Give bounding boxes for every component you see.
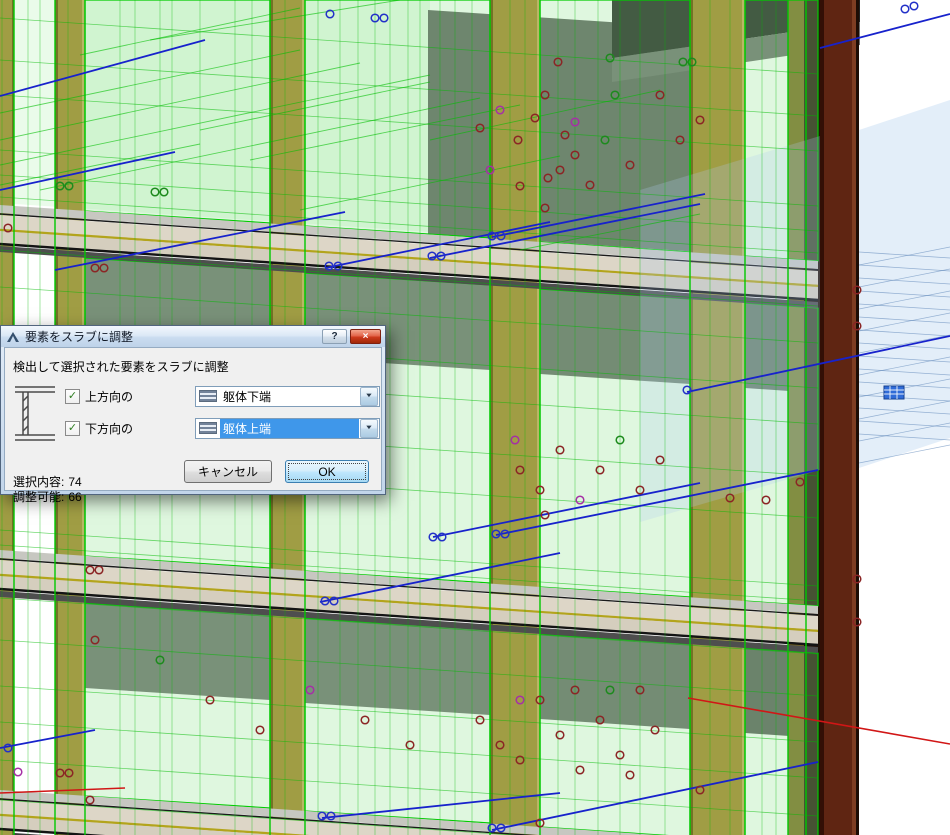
chevron-down-icon: ▼ (365, 393, 374, 399)
checkbox-up-label: 上方向の (85, 388, 162, 405)
ibeam-icon (14, 383, 56, 450)
dialog-titlebar[interactable]: 要素をスラブに調整 ? × (1, 326, 385, 347)
combo-up-value: 躯体下端 (220, 387, 359, 406)
dialog-body: 検出して選択された要素をスラブに調整 ✓ (4, 347, 382, 491)
adjust-down-row: ✓ 下方向の 躯体上端 ▼ (65, 417, 380, 439)
maroon-column (820, 0, 859, 835)
combo-down-value: 躯体上端 (220, 419, 359, 438)
adjustable-count: 調整可能: 66 (13, 488, 82, 505)
combo-down[interactable]: 躯体上端 ▼ (195, 418, 380, 439)
grid-handle-icon[interactable] (884, 386, 904, 399)
combo-up[interactable]: 躯体下端 ▼ (195, 386, 380, 407)
adjustable-count-value: 66 (68, 490, 81, 504)
combo-down-arrow[interactable]: ▼ (360, 419, 378, 438)
dialog-title: 要素をスラブに調整 (25, 328, 133, 345)
dialog-description: 検出して選択された要素をスラブに調整 (13, 358, 229, 375)
slab-icon (199, 390, 217, 402)
checkbox-down-label: 下方向の (85, 420, 162, 437)
adjust-to-slab-dialog: 要素をスラブに調整 ? × 検出して選択された要素をスラブに調整 (0, 325, 386, 495)
combo-up-arrow[interactable]: ▼ (360, 387, 378, 406)
adjust-up-row: ✓ 上方向の 躯体下端 ▼ (65, 385, 380, 407)
checkbox-up[interactable]: ✓ (65, 389, 80, 404)
selection-count-label: 選択内容: (13, 475, 64, 489)
chevron-down-icon: ▼ (365, 425, 374, 431)
slab-icon (199, 422, 217, 434)
checkbox-down[interactable]: ✓ (65, 421, 80, 436)
close-button[interactable]: × (350, 329, 381, 344)
check-icon: ✓ (68, 391, 77, 401)
app-window: 要素をスラブに調整 ? × 検出して選択された要素をスラブに調整 (0, 0, 950, 835)
selection-count-value: 74 (68, 475, 81, 489)
dialog-icon (6, 330, 20, 344)
check-icon: ✓ (68, 423, 77, 433)
cancel-button[interactable]: キャンセル (184, 460, 272, 483)
help-button[interactable]: ? (322, 329, 347, 344)
ok-button[interactable]: OK (285, 460, 369, 483)
adjustable-count-label: 調整可能: (13, 490, 64, 504)
